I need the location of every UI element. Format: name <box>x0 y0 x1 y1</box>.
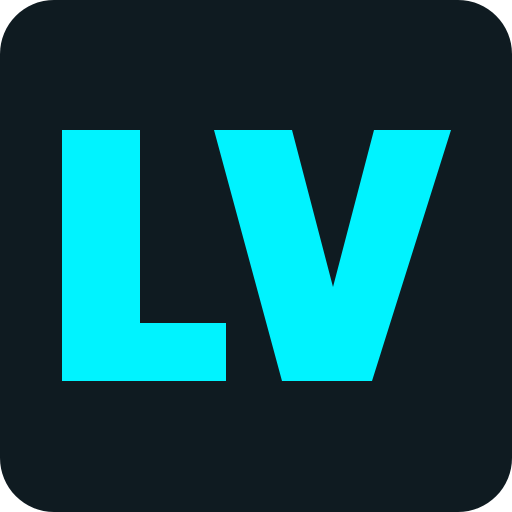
letter-v-shape <box>214 130 451 381</box>
app-icon <box>0 0 512 512</box>
lv-logo <box>62 130 451 381</box>
letter-l-shape <box>62 130 226 381</box>
